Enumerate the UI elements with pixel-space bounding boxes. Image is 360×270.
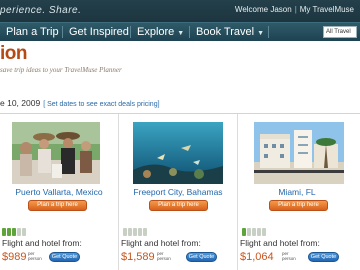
page-subtitle: save trip ideas to your TravelMuse Plann…: [0, 66, 122, 74]
price-value: $1,589: [121, 251, 155, 263]
rating-segment: [262, 228, 266, 236]
destination-photo[interactable]: [133, 122, 223, 184]
rating-segment: [7, 228, 11, 236]
rating-segment: [2, 228, 6, 236]
nav-plan-a-trip[interactable]: Plan a Trip: [6, 23, 59, 41]
divider: |: [294, 5, 297, 14]
get-quote-button[interactable]: Get Quote: [186, 252, 217, 262]
nav-divider: [130, 26, 131, 38]
main-nav: Plan a Trip Get Inspired Explore ▼ Book T…: [0, 22, 360, 41]
travel-date-line: e 10, 2009[ Set dates to see exact deals…: [0, 98, 160, 108]
nav-label: Get Inspired: [69, 26, 129, 38]
rating-segment: [257, 228, 261, 236]
plan-trip-button[interactable]: Plan a trip here: [28, 200, 87, 211]
destinations-panel: Puerto Vallarta, Mexico Plan a trip here…: [0, 113, 360, 270]
rating-segment: [143, 228, 147, 236]
city-link[interactable]: Freeport City, Bahamas: [119, 187, 237, 197]
price-from-label: Flight and hotel from:: [2, 238, 82, 248]
travel-date: e 10, 2009: [0, 98, 41, 108]
rating-segment: [17, 228, 21, 236]
city-link[interactable]: Miami, FL: [238, 187, 356, 197]
page-title: ion: [0, 43, 28, 64]
rating-meter: [123, 228, 147, 236]
per-person-label: per person: [157, 251, 171, 261]
rating-segment: [22, 228, 26, 236]
caret-down-icon: ▼: [177, 30, 185, 37]
nav-book-travel[interactable]: Book Travel ▼: [196, 23, 264, 41]
destination-card: Freeport City, Bahamas Plan a trip here …: [119, 114, 237, 270]
per-person-label: per person: [282, 251, 296, 261]
destination-photo[interactable]: [254, 122, 344, 184]
price-value: $1,064: [240, 251, 274, 263]
nav-divider: [189, 26, 190, 38]
my-travelmuse-link[interactable]: My TravelMuse: [300, 5, 354, 14]
city-link[interactable]: Puerto Vallarta, Mexico: [0, 187, 118, 197]
per-person-label: per person: [28, 251, 42, 261]
rating-segment: [242, 228, 246, 236]
destination-card: Miami, FL Plan a trip here Flight and ho…: [238, 114, 360, 270]
top-bar: perience. Share. Welcome Jason | My Travel…: [0, 0, 360, 22]
destination-select[interactable]: All Travel: [323, 26, 357, 38]
caret-down-icon: ▼: [257, 30, 265, 37]
get-quote-button[interactable]: Get Quote: [49, 252, 80, 262]
price-from-label: Flight and hotel from:: [240, 238, 320, 248]
rating-segment: [133, 228, 137, 236]
plan-trip-button[interactable]: Plan a trip here: [269, 200, 328, 211]
welcome-text: Welcome Jason: [234, 5, 292, 14]
nav-label: Explore: [137, 26, 175, 38]
user-greeting: Welcome Jason | My TravelMuse: [235, 5, 354, 14]
nav-divider: [268, 26, 269, 38]
nav-divider: [62, 26, 63, 38]
site-tagline: perience. Share.: [0, 5, 82, 16]
rating-segment: [12, 228, 16, 236]
destination-photo[interactable]: [12, 122, 100, 184]
rating-segment: [138, 228, 142, 236]
nav-explore[interactable]: Explore ▼: [137, 23, 184, 41]
get-quote-button[interactable]: Get Quote: [308, 252, 339, 262]
rating-segment: [247, 228, 251, 236]
plan-trip-button[interactable]: Plan a trip here: [149, 200, 208, 211]
nav-label: Book Travel: [196, 26, 255, 38]
rating-segment: [252, 228, 256, 236]
set-dates-link[interactable]: [ Set dates to see exact deals pricing]: [43, 101, 159, 108]
destination-card: Puerto Vallarta, Mexico Plan a trip here…: [0, 114, 118, 270]
price-from-label: Flight and hotel from:: [121, 238, 201, 248]
nav-get-inspired[interactable]: Get Inspired: [69, 23, 129, 41]
rating-meter: [2, 228, 26, 236]
price-value: $989: [2, 251, 27, 263]
rating-segment: [123, 228, 127, 236]
nav-label: Plan a Trip: [6, 26, 59, 38]
rating-segment: [128, 228, 132, 236]
rating-meter: [242, 228, 266, 236]
